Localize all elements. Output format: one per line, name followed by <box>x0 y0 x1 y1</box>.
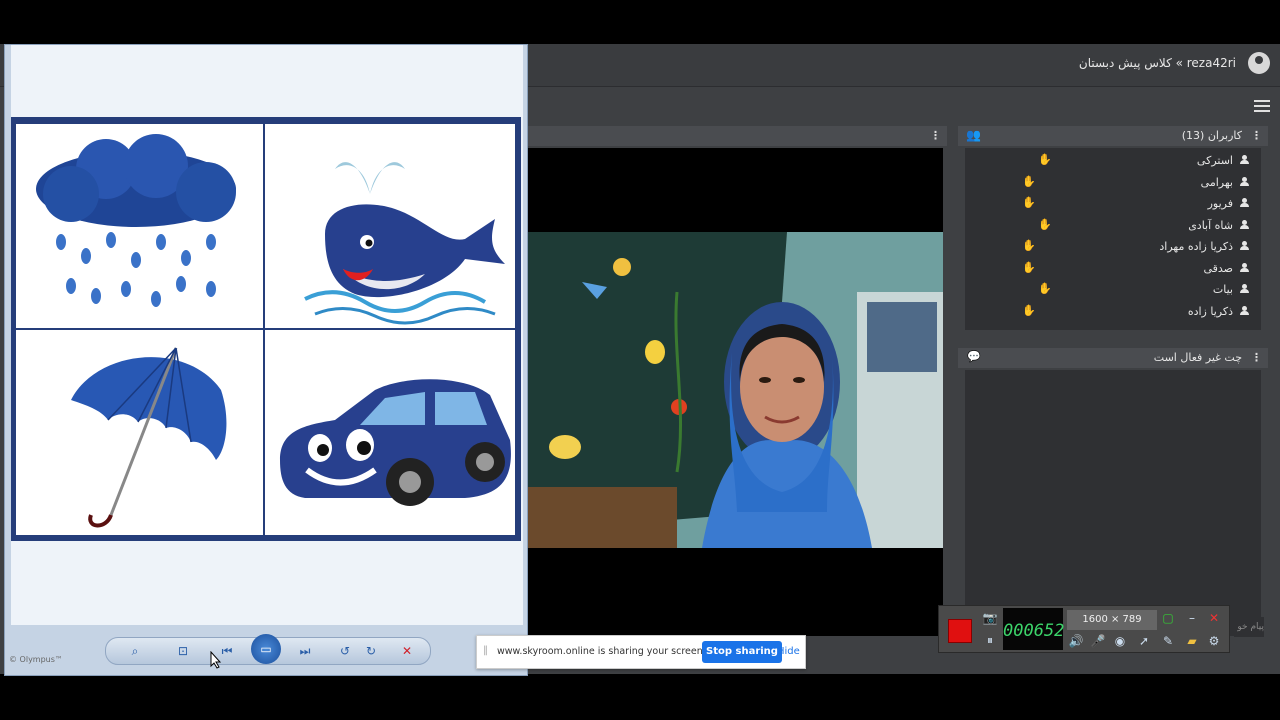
chat-panel-title: چت غیر فعال است <box>1153 351 1242 364</box>
user-icon <box>1239 155 1249 165</box>
user-name: بیات <box>1212 282 1233 296</box>
worksheet-image <box>11 117 521 541</box>
user-icon <box>1239 177 1249 187</box>
video-area <box>527 148 943 636</box>
microphone-icon[interactable]: 🎤 <box>1089 632 1107 650</box>
cursor-icon[interactable]: ➚ <box>1135 632 1153 650</box>
raised-hand-icon: ✋ <box>1038 153 1052 166</box>
raised-hand-icon: ✋ <box>1022 239 1036 252</box>
user-icon <box>1239 306 1249 316</box>
rain-cloud-picture <box>16 124 263 328</box>
whale-icon <box>304 162 505 325</box>
users-panel-header: کاربران (13) 👥 ⋮ <box>958 126 1268 146</box>
minimize-icon[interactable]: – <box>1183 609 1201 627</box>
record-resolution: 1600 × 789 <box>1067 610 1157 630</box>
umbrella-icon <box>71 347 227 528</box>
chat-panel-header: چت غیر فعال است 💬 ⋮ <box>958 348 1268 368</box>
stop-sharing-button[interactable]: Stop sharing <box>702 641 782 663</box>
user-icon <box>1239 220 1249 230</box>
raised-hand-icon: ✋ <box>1038 218 1052 231</box>
webcam-icon[interactable]: ◉ <box>1111 632 1129 650</box>
drag-handle-icon[interactable]: ‖ <box>483 645 488 656</box>
rain-cloud-icon <box>36 134 236 307</box>
webcam-frame <box>527 232 943 548</box>
photo-viewer-window: ⌕ ⊡ ⏮ ▭ ⏭ ↺ ↻ ✕ © Olympus™ <box>4 44 528 676</box>
user-name: فریور <box>1207 196 1233 210</box>
list-item[interactable]: ذکریا زاده <box>1188 301 1249 321</box>
actual-size-icon[interactable]: ⊡ <box>174 642 192 660</box>
user-name: بهرامی <box>1200 175 1233 189</box>
speaker-icon[interactable]: 🔊 <box>1067 632 1085 650</box>
whale-picture <box>265 124 515 328</box>
next-icon[interactable]: ⏭ <box>296 642 314 660</box>
record-timer: 000652 <box>1003 608 1064 650</box>
region-icon[interactable]: ▢ <box>1159 609 1177 627</box>
car-picture <box>265 330 515 535</box>
share-message: www.skyroom.online is sharing your scree… <box>497 646 706 657</box>
breadcrumb[interactable]: reza42ri » کلاس پیش دبستان <box>1079 56 1236 70</box>
user-name: ذکریا زاده <box>1187 304 1233 318</box>
raised-hand-icon: ✋ <box>1022 304 1036 317</box>
chat-input[interactable]: پیام خو <box>1234 617 1264 637</box>
pen-icon[interactable]: ✎ <box>1159 632 1177 650</box>
rotate-left-icon[interactable]: ↺ <box>336 642 354 660</box>
chat-panel: چت غیر فعال است 💬 ⋮ <box>958 348 1268 636</box>
chat-more-options-icon[interactable]: ⋮ <box>1251 351 1262 364</box>
user-icon <box>1239 241 1249 251</box>
umbrella-picture <box>16 330 263 535</box>
user-icon <box>1239 284 1249 294</box>
list-item[interactable]: بیات <box>1213 279 1249 299</box>
close-icon[interactable]: ✕ <box>1205 609 1223 627</box>
car-icon <box>280 379 511 506</box>
account-circle-icon[interactable] <box>1248 52 1270 74</box>
rotate-right-icon[interactable]: ↻ <box>362 642 380 660</box>
video-panel: ⋮ <box>527 126 947 636</box>
users-panel-title: کاربران (13) <box>1181 129 1242 142</box>
viewer-footer-text: © Olympus™ <box>9 655 63 664</box>
user-name: ذکریا زاده مهراد <box>1159 239 1233 253</box>
users-group-icon: 👥 <box>966 128 981 142</box>
raised-hand-icon: ✋ <box>1022 175 1036 188</box>
hide-button[interactable]: Hide <box>777 646 800 657</box>
stop-record-button[interactable] <box>948 619 972 643</box>
users-panel: کاربران (13) 👥 ⋮ استرکی بهرامی فریور شاه… <box>958 126 1268 332</box>
list-item[interactable]: بهرامی <box>1201 172 1249 192</box>
image-canvas <box>11 45 523 625</box>
user-name: استرکی <box>1196 153 1233 167</box>
users-list: استرکی بهرامی فریور شاه آبادی ذکریا زاده… <box>965 148 1261 330</box>
list-item[interactable]: استرکی <box>1197 150 1249 170</box>
chat-messages-area <box>965 370 1261 636</box>
list-item[interactable]: ذکریا زاده مهراد <box>1159 236 1249 256</box>
raised-hand-icon: ✋ <box>1038 282 1052 295</box>
slideshow-button-icon[interactable]: ▭ <box>251 634 281 664</box>
folder-icon[interactable]: ▰ <box>1183 632 1201 650</box>
zoom-icon[interactable]: ⌕ <box>126 642 144 660</box>
user-name: صدقی <box>1203 261 1233 275</box>
pause-icon[interactable]: ⏸ <box>981 631 999 649</box>
chat-bubble-icon: 💬 <box>967 350 981 363</box>
screen-recorder-widget: 📷 ⏸ 000652 1600 × 789 ▢ – ✕ 🔊 🎤 ◉ ➚ ✎ ▰ … <box>938 605 1230 653</box>
raised-hand-icon: ✋ <box>1022 196 1036 209</box>
user-name: شاه آبادی <box>1188 218 1233 232</box>
webcam-video <box>527 232 943 548</box>
users-more-options-icon[interactable]: ⋮ <box>1251 129 1262 142</box>
list-item[interactable]: فریور <box>1208 193 1249 213</box>
mouse-cursor-icon <box>210 651 222 669</box>
user-icon <box>1239 263 1249 273</box>
list-item[interactable]: صدقی <box>1203 258 1249 278</box>
screen-share-bar: ‖ www.skyroom.online is sharing your scr… <box>476 635 806 669</box>
more-options-icon[interactable]: ⋮ <box>930 129 941 142</box>
delete-icon[interactable]: ✕ <box>398 642 416 660</box>
list-item[interactable]: شاه آبادی <box>1188 215 1249 235</box>
video-panel-header: ⋮ <box>527 126 947 146</box>
raised-hand-icon: ✋ <box>1022 261 1036 274</box>
hamburger-menu-icon[interactable] <box>1254 100 1270 112</box>
settings-gear-icon[interactable]: ⚙ <box>1205 632 1223 650</box>
viewer-toolbar: ⌕ ⊡ ⏮ ▭ ⏭ ↺ ↻ ✕ <box>105 634 431 665</box>
camera-icon[interactable]: 📷 <box>981 609 999 627</box>
user-icon <box>1239 198 1249 208</box>
